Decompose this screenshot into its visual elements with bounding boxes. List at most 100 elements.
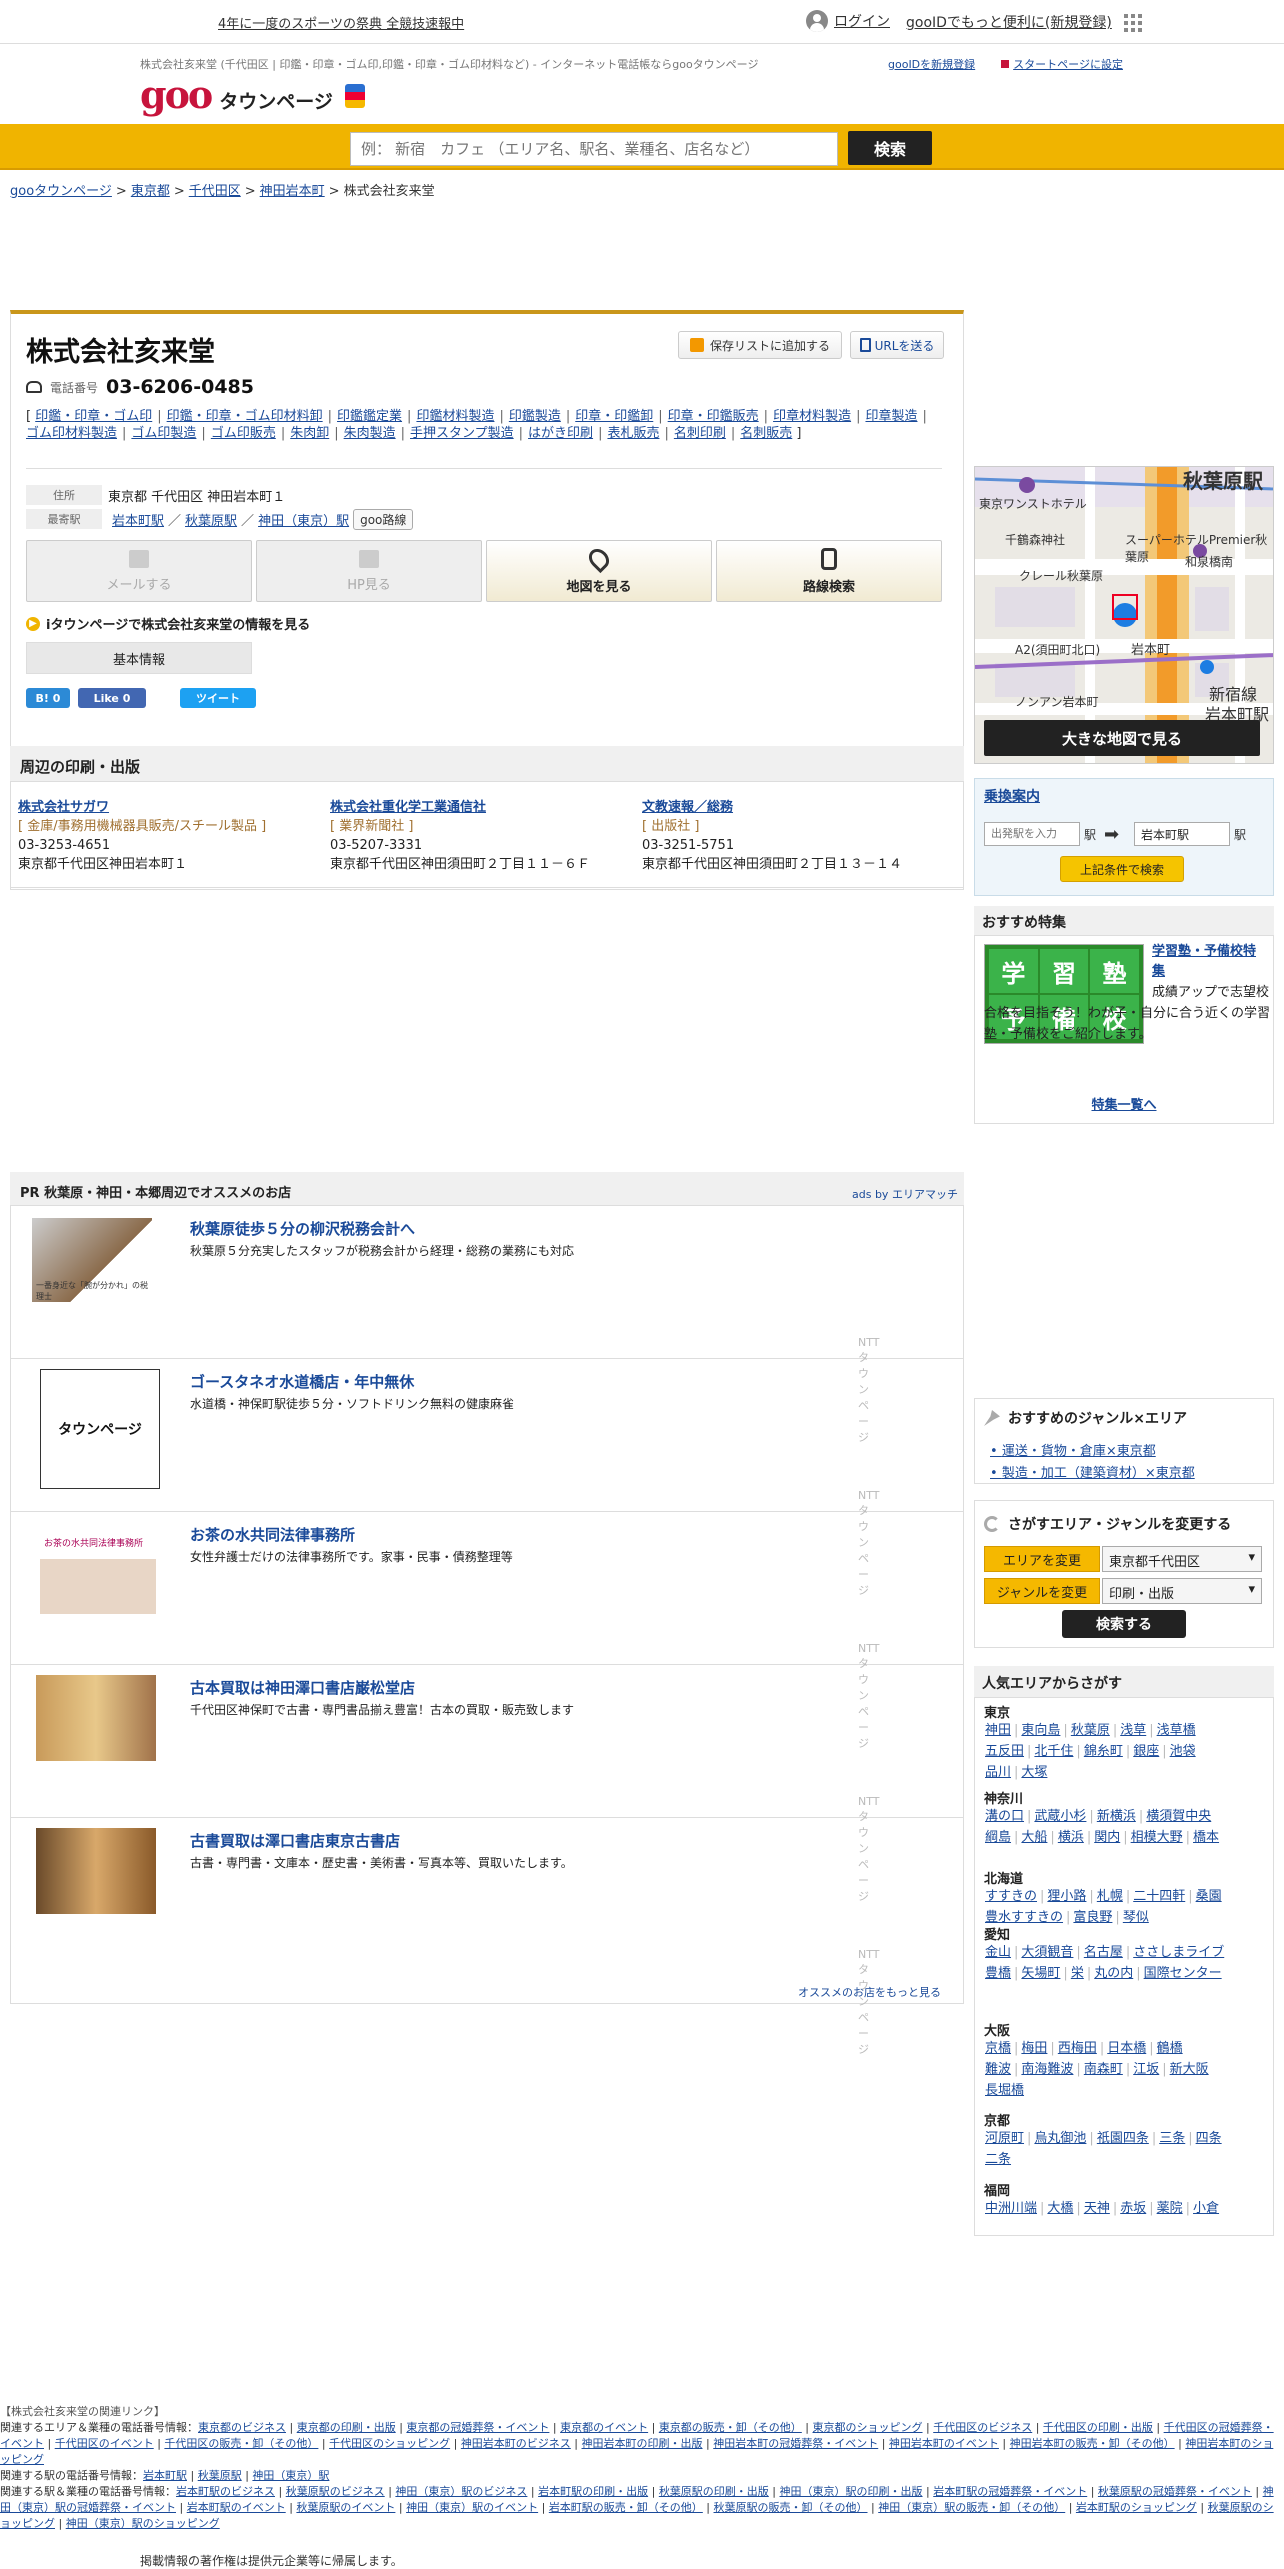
area-link[interactable]: 南森町	[1084, 2062, 1123, 2077]
related-link[interactable]: 千代田区の印刷・出版	[1043, 2421, 1153, 2434]
category-link[interactable]: 印章材料製造	[773, 409, 851, 424]
pr-more-link[interactable]: オススメのお店をもっと見る	[798, 1984, 941, 2000]
area-link[interactable]: 大塚	[1021, 1765, 1047, 1780]
area-link[interactable]: 国際センター	[1144, 1966, 1222, 1981]
related-link[interactable]: 東京都の印刷・出版	[297, 2421, 396, 2434]
large-map-button[interactable]: 大きな地図で見る	[984, 720, 1260, 756]
area-link[interactable]: 大須観音	[1021, 1945, 1073, 1960]
category-link[interactable]: 印鑑製造	[509, 409, 561, 424]
area-link[interactable]: 名古屋	[1084, 1945, 1123, 1960]
area-link[interactable]: 五反田	[985, 1744, 1024, 1759]
area-link[interactable]: 錦糸町	[1084, 1744, 1123, 1759]
category-link[interactable]: 印章製造	[865, 409, 917, 424]
send-url-button[interactable]: URLを送る	[850, 331, 944, 359]
category-link[interactable]: ゴム印材料製造	[26, 426, 117, 441]
area-link[interactable]: 大橋	[1047, 2201, 1073, 2216]
area-link[interactable]: 琴似	[1123, 1910, 1149, 1925]
area-link[interactable]: 溝の口	[985, 1809, 1024, 1824]
login-link[interactable]: ログイン	[806, 10, 890, 32]
area-link[interactable]: 新横浜	[1097, 1809, 1136, 1824]
news-link[interactable]: 4年に一度のスポーツの祭典 全競技速報中	[218, 13, 464, 32]
area-link[interactable]: 豊水すすきの	[985, 1910, 1063, 1925]
breadcrumb-tokyo[interactable]: 東京都	[131, 184, 170, 199]
area-link[interactable]: 東向島	[1021, 1723, 1060, 1738]
area-link[interactable]: 栄	[1071, 1966, 1084, 1981]
area-link[interactable]: 桑園	[1196, 1889, 1222, 1904]
related-link[interactable]: 神田岩本町のイベント	[889, 2437, 999, 2450]
from-station-input[interactable]	[984, 822, 1080, 846]
area-link[interactable]: 神田	[985, 1723, 1011, 1738]
related-link[interactable]: 岩本町駅のイベント	[187, 2501, 286, 2514]
area-link[interactable]: 大船	[1021, 1830, 1047, 1845]
pr-thumbnail[interactable]: お茶の水共同法律事務所	[40, 1522, 156, 1614]
related-link[interactable]: 神田（東京）駅のビジネス	[395, 2485, 527, 2498]
area-link[interactable]: 横浜	[1058, 1830, 1084, 1845]
related-link[interactable]: 岩本町駅	[143, 2469, 187, 2482]
goo-townpage-logo[interactable]: goo タウンページ	[140, 72, 365, 117]
area-link[interactable]: 豊橋	[985, 1966, 1011, 1981]
related-link[interactable]: 秋葉原駅のイベント	[296, 2501, 395, 2514]
category-link[interactable]: はがき印刷	[528, 426, 593, 441]
facebook-like-button[interactable]: Like 0	[78, 688, 146, 708]
change-search-button[interactable]: 検索する	[1062, 1610, 1186, 1638]
startpage-link[interactable]: スタートページに設定	[1013, 58, 1123, 71]
related-link[interactable]: 神田（東京）駅のイベント	[406, 2501, 538, 2514]
area-link[interactable]: 丸の内	[1094, 1966, 1133, 1981]
to-station-input[interactable]	[1134, 822, 1230, 846]
area-link[interactable]: 西梅田	[1058, 2041, 1097, 2056]
area-link[interactable]: すすきの	[985, 1889, 1037, 1904]
search-input[interactable]	[350, 132, 838, 166]
pr-thumbnail[interactable]	[36, 1828, 156, 1914]
area-select[interactable]: 東京都千代田区	[1102, 1546, 1262, 1572]
category-link[interactable]: 印章・印鑑販売	[668, 409, 759, 424]
transit-search-button[interactable]: 上記条件で検索	[1060, 856, 1184, 882]
area-link[interactable]: 四条	[1196, 2131, 1222, 2146]
area-link[interactable]: 小倉	[1193, 2201, 1219, 2216]
area-link[interactable]: 京橋	[985, 2041, 1011, 2056]
related-link[interactable]: 岩本町駅の印刷・出版	[538, 2485, 648, 2498]
category-link[interactable]: 印章・印鑑卸	[575, 409, 653, 424]
ads-by-label[interactable]: ads by エリアマッチ	[852, 1186, 958, 1202]
area-link[interactable]: 赤坂	[1120, 2201, 1146, 2216]
related-link[interactable]: 神田岩本町の印刷・出版	[582, 2437, 703, 2450]
area-link[interactable]: 狸小路	[1047, 1889, 1086, 1904]
category-link[interactable]: 印鑑鑑定業	[337, 409, 402, 424]
related-link[interactable]: 岩本町駅の販売・卸（その他）	[549, 2501, 703, 2514]
area-link[interactable]: 武蔵小杉	[1034, 1809, 1086, 1824]
recommend-link[interactable]: 製造・加工（建築資材）×東京都	[990, 1462, 1195, 1481]
pr-item-title[interactable]: 古書買取は澤口書店東京古書店	[190, 1830, 400, 1851]
register-link[interactable]: gooIDを新規登録	[888, 56, 975, 72]
nearby-name[interactable]: 株式会社重化学工業通信社	[330, 798, 630, 817]
related-link[interactable]: 千代田区の販売・卸（その他）	[164, 2437, 318, 2450]
category-link[interactable]: 名刺販売	[740, 426, 792, 441]
area-link[interactable]: 薬院	[1157, 2201, 1183, 2216]
feature-link[interactable]: 学習塾・予備校特集	[1152, 942, 1268, 982]
category-link[interactable]: 手押スタンプ製造	[410, 426, 514, 441]
area-link[interactable]: 金山	[985, 1945, 1011, 1960]
tweet-button[interactable]: ツイート	[180, 688, 256, 708]
pr-item-title[interactable]: 古本買取は神田澤口書店巌松堂店	[190, 1677, 415, 1698]
related-link[interactable]: 千代田区のショッピング	[329, 2437, 450, 2450]
related-link[interactable]: 岩本町駅の冠婚葬祭・イベント	[933, 2485, 1087, 2498]
pr-thumbnail[interactable]: タウンページ	[40, 1369, 160, 1489]
related-link[interactable]: 秋葉原駅の冠婚葬祭・イベント	[1098, 2485, 1252, 2498]
area-link[interactable]: 難波	[985, 2062, 1011, 2077]
area-link[interactable]: 池袋	[1170, 1744, 1196, 1759]
related-link[interactable]: 秋葉原駅の販売・卸（その他）	[714, 2501, 868, 2514]
area-link[interactable]: 富良野	[1073, 1910, 1112, 1925]
area-link[interactable]: 江坂	[1133, 2062, 1159, 2077]
area-link[interactable]: 秋葉原	[1071, 1723, 1110, 1738]
apps-grid-icon[interactable]	[1124, 14, 1142, 32]
related-link[interactable]: 秋葉原駅の印刷・出版	[659, 2485, 769, 2498]
category-link[interactable]: 表札販売	[607, 426, 659, 441]
category-link[interactable]: 朱肉製造	[344, 426, 396, 441]
related-link[interactable]: 東京都のショッピング	[813, 2421, 923, 2434]
area-link[interactable]: 新大阪	[1170, 2062, 1209, 2077]
goo-route-button[interactable]: goo路線	[353, 508, 414, 530]
related-link[interactable]: 東京都の販売・卸（その他）	[659, 2421, 802, 2434]
gooid-register-link[interactable]: gooIDでもっと便利に(新規登録)	[906, 12, 1112, 32]
area-link[interactable]: 鶴橋	[1157, 2041, 1183, 2056]
category-link[interactable]: 印鑑・印章・ゴム印	[35, 409, 152, 424]
area-link[interactable]: 相模大野	[1131, 1830, 1183, 1845]
related-link[interactable]: 千代田区のビジネス	[933, 2421, 1032, 2434]
